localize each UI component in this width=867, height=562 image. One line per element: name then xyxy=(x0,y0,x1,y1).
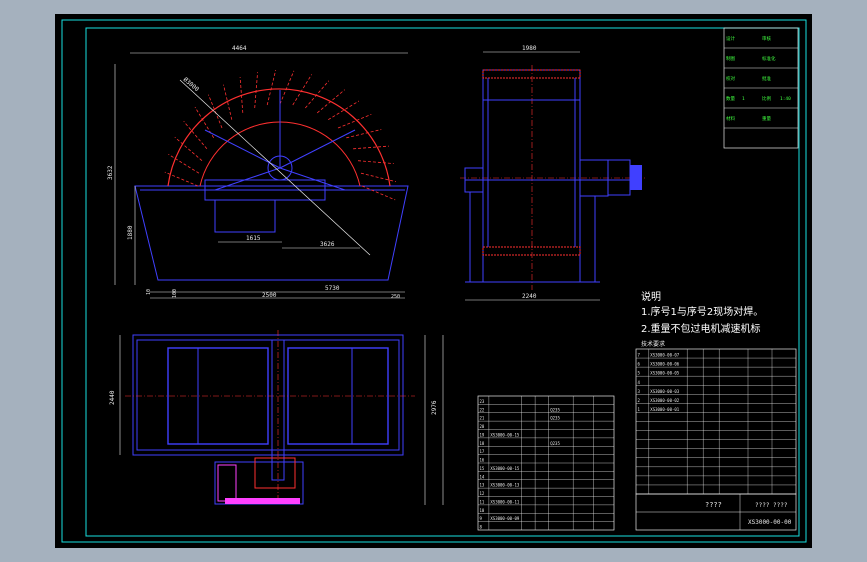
bom-cell: XS3000-00-02 xyxy=(650,398,679,403)
bom-cell: XS3000-00-06 xyxy=(650,362,679,367)
notes-line-2: 2.重量不包过电机减速机标 xyxy=(641,322,761,335)
title-block-cell: 设计 xyxy=(726,35,735,42)
bom-cell: XS3000-00-09 xyxy=(490,516,519,521)
bom-cell: XS3000-00-15 xyxy=(490,432,519,437)
title-block-cell: 1 xyxy=(742,96,745,102)
side-dim-bottom-width: 2240 xyxy=(522,293,537,300)
dim-base-end: 250 xyxy=(391,294,400,300)
dim-base-left: 2500 xyxy=(262,292,277,299)
bom-cell: 18 xyxy=(480,441,485,446)
bom-cell: Q235 xyxy=(550,441,560,446)
title-block-cell: 比例 xyxy=(762,95,771,102)
notes-line-1: 1.序号1与序号2现场对焊。 xyxy=(641,305,763,318)
title-block-cell: 重量 xyxy=(762,115,771,122)
plan-dim-right-value: 2976 xyxy=(431,400,438,415)
dim-base-right: 5730 xyxy=(325,285,340,292)
drawing-sheet xyxy=(55,14,812,548)
bom-cell: 10 xyxy=(480,508,485,513)
bom-cell: XS3000-00-15 xyxy=(490,466,519,471)
bom-cell: XS3000-00-13 xyxy=(490,483,519,488)
scale-note: ???? ???? xyxy=(755,502,788,509)
bom-cell: 16 xyxy=(480,458,485,463)
dim-base-small-left: 10 xyxy=(146,289,152,295)
plan-motor-bottom xyxy=(225,498,300,504)
bom-cell: 13 xyxy=(480,483,485,488)
title-block-cell: 数量 xyxy=(726,95,735,102)
dim-base-small: 100 xyxy=(172,289,178,298)
dim-tank-height: 1880 xyxy=(127,225,134,240)
bom-cell: 15 xyxy=(480,466,485,471)
dim-shaft-offset: 1615 xyxy=(246,235,261,242)
dim-height: 3632 xyxy=(107,165,114,180)
bom-cell: XS3000-00-07 xyxy=(650,353,679,358)
bom-cell: 17 xyxy=(480,449,485,454)
notes-heading: 说明 xyxy=(641,290,661,303)
dim-slope: 3626 xyxy=(320,241,335,248)
bom-cell: XS3000-00-01 xyxy=(650,407,679,412)
title-block-cell: 1:40 xyxy=(780,96,791,102)
cad-drawing-canvas: 4464 Ø3000 3632 1880 1615 3626 2500 5730… xyxy=(55,14,812,548)
title-block-cell: 校对 xyxy=(726,75,735,82)
bom-cell: 21 xyxy=(480,416,485,421)
drawing-name: ???? xyxy=(705,501,722,509)
dim-total-width: 4464 xyxy=(232,45,247,52)
title-block-cell: 审核 xyxy=(762,35,771,42)
drawing-number: XS3000-00-00 xyxy=(748,519,792,526)
tech-requirement-label: 技术要求 xyxy=(641,340,665,348)
title-block-cell: 批准 xyxy=(762,75,771,82)
bom-cell: 19 xyxy=(480,432,485,437)
bom-cell: 20 xyxy=(480,424,485,429)
bom-cell: 12 xyxy=(480,491,485,496)
bom-cell: 23 xyxy=(480,399,485,404)
bom-cell: Q235 xyxy=(550,416,560,421)
bom-cell: XS3000-00-03 xyxy=(650,389,679,394)
bom-cell: 11 xyxy=(480,499,485,504)
side-dim-top-width: 1980 xyxy=(522,45,537,52)
plan-dim-width: 2440 xyxy=(109,390,116,405)
bom-cell: XS3000-00-05 xyxy=(650,371,679,376)
side-motor xyxy=(630,165,642,190)
bom-cell: 14 xyxy=(480,474,485,479)
title-block-cell: 材料 xyxy=(726,115,735,122)
bom-cell: Q235 xyxy=(550,407,560,412)
title-block-cell: 制图 xyxy=(726,55,735,62)
bom-cell: XS3000-00-11 xyxy=(490,499,519,504)
bom-cell: 22 xyxy=(480,407,485,412)
title-block-cell: 标准化 xyxy=(762,55,776,62)
